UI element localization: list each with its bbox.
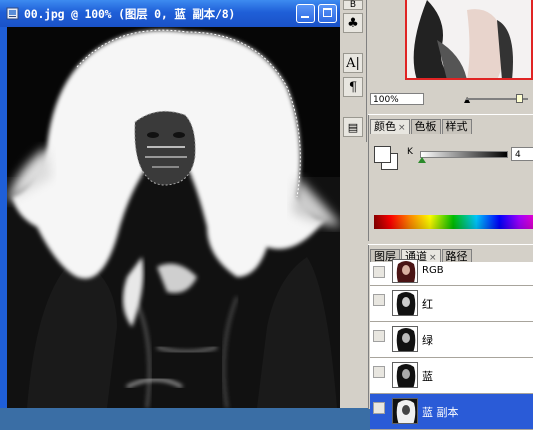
channel-name: 绿: [422, 334, 433, 347]
clone-stamp-tool-icon[interactable]: ♣: [343, 13, 363, 33]
color-spectrum-bar[interactable]: [374, 215, 533, 229]
channel-name: RGB: [422, 265, 444, 276]
channel-row[interactable]: 红: [370, 286, 533, 322]
channel-thumb-image: [393, 260, 417, 282]
channels-panel: 图层 通道 × 路径 RGB 红 绿 蓝 蓝 副本: [368, 244, 533, 430]
panel-divider: [368, 115, 369, 241]
channel-thumbnail: [392, 259, 418, 283]
document-title-bar[interactable]: 00.jpg @ 100% (图层 0, 蓝 副本/8): [0, 0, 346, 27]
close-icon[interactable]: ×: [398, 123, 406, 133]
channel-name: 蓝: [422, 370, 433, 383]
foreground-color-swatch[interactable]: [374, 146, 391, 163]
right-panels: B ♣ A| ¶ ▤ 100% ▲ 颜色× 色板样式 K 4: [340, 0, 533, 430]
visibility-toggle-icon[interactable]: [373, 402, 385, 414]
channel-list: RGB 红 绿 蓝 蓝 副本: [370, 259, 533, 430]
channel-row-selected[interactable]: 蓝 副本: [370, 394, 533, 430]
color-panel: 颜色 × 色板 样式 K 4: [368, 114, 533, 241]
maximize-button[interactable]: [318, 4, 337, 23]
tab-swatches-label: 色板: [414, 120, 437, 133]
navigator-panel: 100% ▲: [368, 0, 533, 108]
visibility-toggle-icon[interactable]: [373, 294, 385, 306]
channel-row[interactable]: 蓝: [370, 358, 533, 394]
photoshop-document-icon: [6, 7, 19, 20]
tab-styles[interactable]: 样式: [441, 119, 472, 134]
channel-image: [7, 27, 349, 408]
tab-swatches[interactable]: 色板: [410, 119, 441, 134]
panel-divider: [368, 245, 369, 409]
tab-styles-label: 样式: [445, 120, 468, 133]
k-channel-label: K: [407, 147, 413, 157]
channel-row[interactable]: 绿: [370, 322, 533, 358]
channel-thumb-image: [393, 363, 417, 387]
color-panel-tabs: 颜色 × 色板 样式: [370, 119, 473, 134]
channel-thumbnail: [392, 398, 418, 424]
document-title: 00.jpg @ 100% (图层 0, 蓝 副本/8): [24, 7, 236, 21]
layer-comps-icon[interactable]: ▤: [343, 117, 363, 137]
brush-tool-icon[interactable]: B: [343, 0, 363, 10]
zoom-level-field[interactable]: 100%: [370, 93, 424, 105]
character-panel-icon[interactable]: A|: [343, 53, 363, 73]
navigator-thumbnail[interactable]: [405, 0, 533, 80]
k-slider-knob[interactable]: [418, 157, 426, 163]
k-slider-track[interactable]: [420, 151, 508, 158]
channel-thumbnail: [392, 290, 418, 316]
channel-name: 蓝 副本: [422, 406, 459, 419]
tab-color[interactable]: 颜色 ×: [370, 119, 410, 134]
channel-thumbnail: [392, 326, 418, 352]
paragraph-panel-icon[interactable]: ¶: [343, 77, 363, 97]
zoom-slider-knob[interactable]: [516, 94, 523, 103]
document-window[interactable]: 00.jpg @ 100% (图层 0, 蓝 副本/8): [0, 0, 354, 408]
k-value-input[interactable]: 4: [511, 147, 533, 161]
visibility-toggle-icon[interactable]: [373, 266, 385, 278]
navigator-preview-image: [407, 0, 531, 78]
channel-thumbnail: [392, 362, 418, 388]
channel-row[interactable]: RGB: [370, 259, 533, 286]
channel-thumb-image: [393, 399, 417, 423]
window-left-border: [0, 27, 7, 408]
channel-thumb-image: [393, 291, 417, 315]
image-canvas[interactable]: [7, 27, 349, 408]
visibility-toggle-icon[interactable]: [373, 366, 385, 378]
channel-name: 红: [422, 298, 433, 311]
tool-column: B ♣ A| ¶ ▤: [340, 0, 367, 142]
tab-color-label: 颜色: [374, 120, 396, 133]
channel-thumb-image: [393, 327, 417, 351]
visibility-toggle-icon[interactable]: [373, 330, 385, 342]
minimize-button[interactable]: [296, 4, 315, 23]
